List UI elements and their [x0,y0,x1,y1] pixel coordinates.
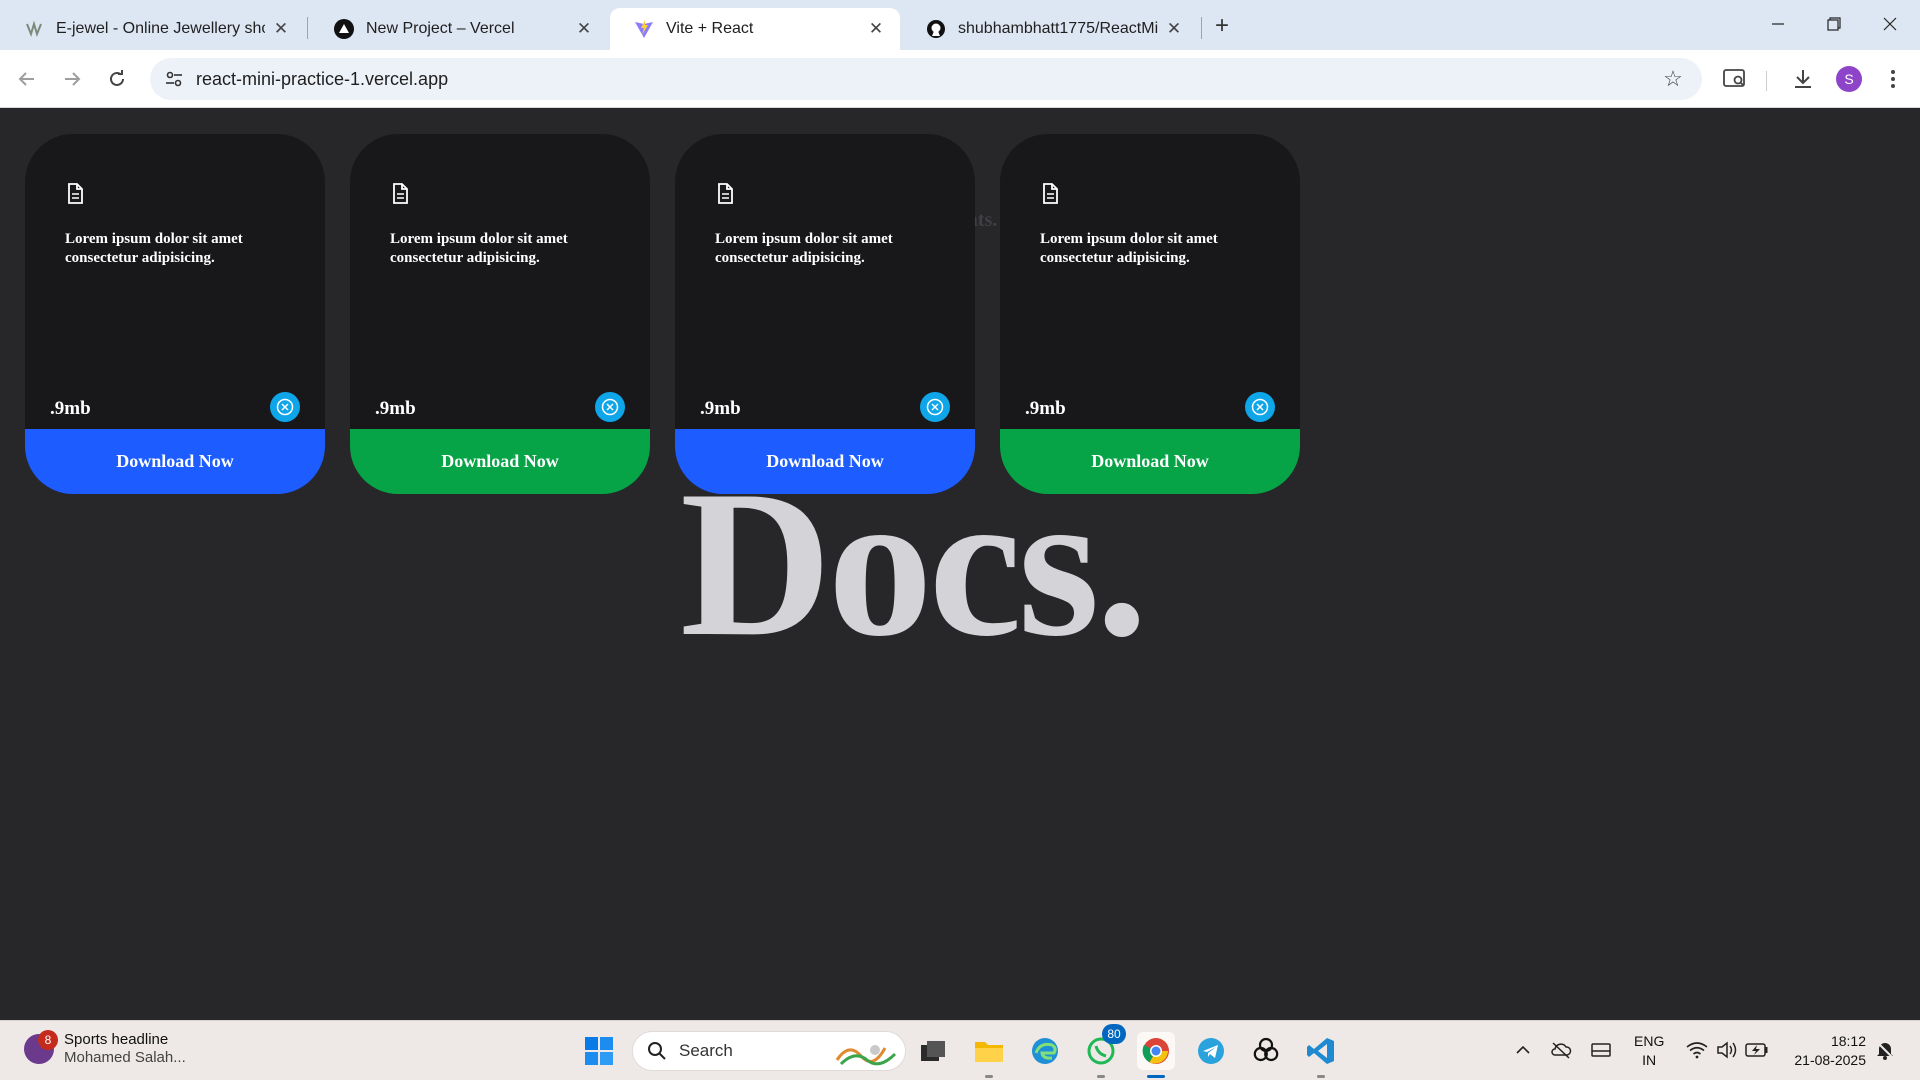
page-content: documents. Docs. Lorem ipsum dolor sit a… [0,109,1920,1020]
notifications-bell-icon[interactable] [1872,1037,1898,1063]
document-icon [715,183,735,205]
news-badge: 8 [38,1029,58,1050]
site-settings-icon[interactable] [162,67,186,91]
clock-date: 21-08-2025 [1794,1052,1866,1068]
bookmark-star-icon[interactable]: ☆ [1660,66,1686,92]
clock-time: 18:12 [1830,1033,1866,1049]
file-size: .9mb [700,398,741,419]
close-icon[interactable]: ✕ [271,19,291,39]
language-line2: IN [1642,1052,1657,1068]
file-size: .9mb [375,398,416,419]
tab-search-icon[interactable] [1718,62,1752,96]
browser-tab-strip: E-jewel - Online Jewellery shop ✕ New Pr… [0,0,1920,50]
document-card: Lorem ipsum dolor sit amet consectetur a… [1000,134,1300,494]
document-icon [1040,183,1060,205]
tab-separator [1201,17,1202,39]
vscode-icon[interactable] [1302,1032,1340,1078]
document-card: Lorem ipsum dolor sit amet consectetur a… [350,134,650,494]
whatsapp-icon[interactable]: 80 [1082,1024,1126,1078]
language-line1: ENG [1634,1033,1665,1049]
chatgpt-icon[interactable] [1247,1032,1285,1070]
profile-avatar[interactable]: S [1836,66,1862,92]
close-icon[interactable]: ✕ [866,19,886,39]
tab-title: Vite + React [666,20,754,37]
download-button[interactable]: Download Now [675,429,975,494]
tab-ejewel[interactable]: E-jewel - Online Jewellery shop ✕ [0,8,305,50]
toolbar-separator [1766,71,1767,91]
card-description: Lorem ipsum dolor sit amet consectetur a… [65,231,243,266]
taskbar-search[interactable]: Search [632,1031,906,1071]
edge-browser-icon[interactable] [1026,1032,1064,1070]
url-text: react-mini-practice-1.vercel.app [196,69,449,89]
github-favicon-icon [926,19,946,39]
windows-taskbar: 8 Sports headline Mohamed Salah... Searc… [0,1020,1920,1080]
language-indicator[interactable]: ENG IN [1634,1032,1664,1070]
close-circle-icon[interactable] [1245,392,1275,422]
whatsapp-badge: 80 [1102,1024,1126,1044]
show-hidden-icons-chevron-icon[interactable] [1510,1037,1536,1063]
news-title: Sports headline [64,1031,169,1048]
tab-vite-react[interactable]: Vite + React ✕ [610,8,900,50]
jewel-favicon-icon [24,19,44,39]
back-button[interactable] [10,62,44,96]
menu-kebab-icon[interactable] [1876,62,1910,96]
search-highlight-art-icon [835,1045,897,1066]
card-description: Lorem ipsum dolor sit amet consectetur a… [715,231,893,266]
onedrive-offline-icon[interactable] [1548,1037,1574,1063]
card-description: Lorem ipsum dolor sit amet consectetur a… [1040,231,1218,266]
tab-separator [307,17,308,39]
tab-title: shubhambhatt1775/ReactMiniP [958,20,1158,37]
download-button[interactable]: Download Now [1000,429,1300,494]
search-placeholder: Search [679,1041,733,1060]
file-explorer-icon[interactable] [970,1032,1008,1078]
tab-github[interactable]: shubhambhatt1775/ReactMiniP ✕ [902,8,1198,50]
close-icon[interactable]: ✕ [574,19,594,39]
search-icon [645,1039,669,1063]
download-button[interactable]: Download Now [25,429,325,494]
news-widget-icon: 8 [24,1029,58,1064]
download-icon[interactable] [1786,62,1820,96]
tab-vercel[interactable]: New Project – Vercel ✕ [310,8,608,50]
battery-charging-icon[interactable] [1744,1037,1770,1063]
news-subtitle: Mohamed Salah... [64,1049,186,1066]
restore-button[interactable] [1806,6,1862,42]
start-button[interactable] [580,1032,618,1070]
tab-title: New Project – Vercel [366,20,515,37]
file-size: .9mb [1025,398,1066,419]
document-icon [65,183,85,205]
volume-icon[interactable] [1714,1037,1740,1063]
vite-favicon-icon [634,19,654,39]
news-widget[interactable]: 8 Sports headline Mohamed Salah... [24,1029,186,1066]
card-description: Lorem ipsum dolor sit amet consectetur a… [390,231,568,266]
close-icon[interactable]: ✕ [1164,19,1184,39]
telegram-icon[interactable] [1192,1032,1230,1070]
reload-button[interactable] [100,62,134,96]
forward-button[interactable] [55,62,89,96]
document-card: Lorem ipsum dolor sit amet consectetur a… [25,134,325,494]
display-icon[interactable] [1588,1037,1614,1063]
chrome-icon[interactable] [1137,1032,1175,1078]
close-window-button[interactable] [1862,6,1918,42]
document-card: Lorem ipsum dolor sit amet consectetur a… [675,134,975,494]
new-tab-button[interactable]: + [1208,12,1236,40]
close-circle-icon[interactable] [920,392,950,422]
minimize-button[interactable] [1750,6,1806,42]
document-icon [390,183,410,205]
download-button[interactable]: Download Now [350,429,650,494]
close-circle-icon[interactable] [595,392,625,422]
browser-toolbar: react-mini-practice-1.vercel.app ☆ S [0,50,1920,108]
file-size: .9mb [50,398,91,419]
task-view-icon[interactable] [914,1032,952,1070]
tab-title: E-jewel - Online Jewellery shop [56,20,265,37]
wifi-icon[interactable] [1684,1037,1710,1063]
address-bar[interactable]: react-mini-practice-1.vercel.app ☆ [150,58,1702,100]
vercel-favicon-icon [334,19,354,39]
close-circle-icon[interactable] [270,392,300,422]
system-clock[interactable]: 18:12 21-08-2025 [1786,1032,1866,1070]
